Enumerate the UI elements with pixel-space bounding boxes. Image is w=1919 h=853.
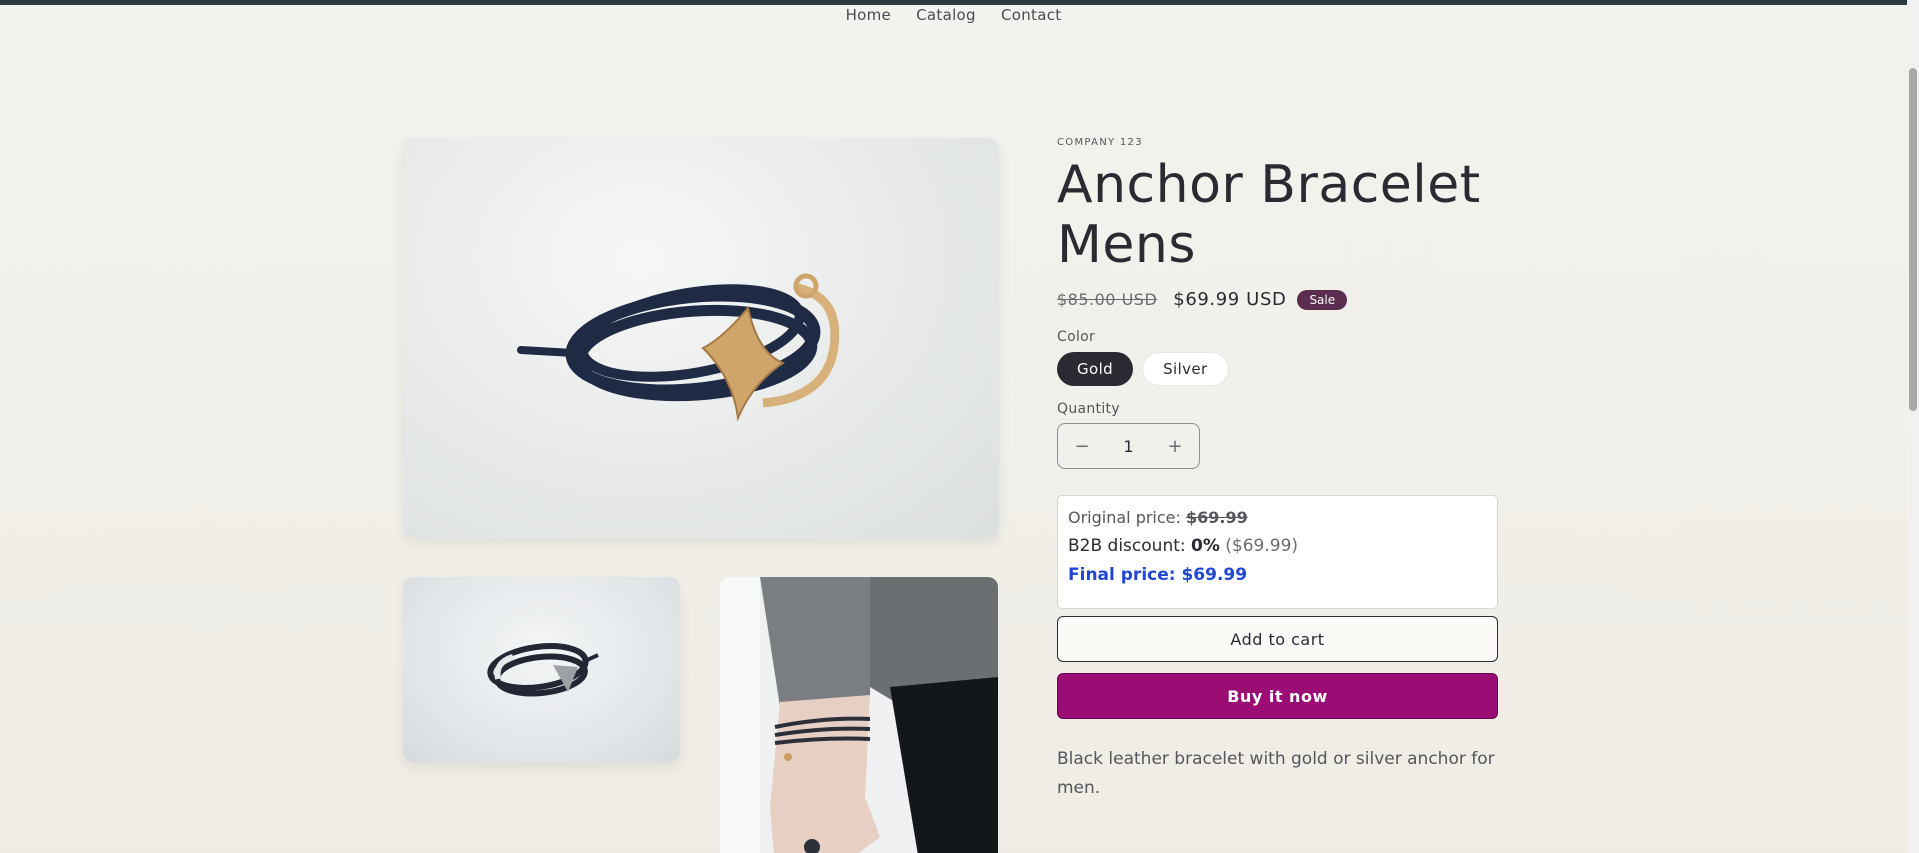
vendor-label: COMPANY 123 [1057,137,1143,148]
nav-home-link[interactable]: Home [846,5,892,25]
b2b-price-box: Original price: $69.99 B2B discount: 0% … [1057,495,1498,609]
final-price-line: Final price: $69.99 [1068,565,1248,585]
buy-now-button[interactable]: Buy it now [1057,673,1498,719]
regular-price: $85.00 USD [1057,290,1158,309]
b2b-discount-price: ($69.99) [1225,536,1299,556]
sale-price: $69.99 USD [1173,289,1287,310]
scrollbar-thumb[interactable] [1909,68,1917,411]
main-nav: Home Catalog Contact [0,5,1907,25]
product-main-image[interactable] [403,138,999,538]
plus-icon[interactable]: + [1165,436,1185,457]
page-scrollbar[interactable] [1907,0,1919,853]
b2b-discount-value: 0% [1191,536,1220,556]
original-price-value: $69.99 [1186,508,1248,527]
minus-icon[interactable]: − [1072,436,1092,457]
product-description: Black leather bracelet with gold or silv… [1057,749,1495,798]
sale-badge: Sale [1297,289,1348,310]
color-option-silver[interactable]: Silver [1142,352,1229,386]
quantity-label: Quantity [1057,401,1120,417]
quantity-input[interactable]: 1 [1123,437,1133,456]
wrist-model-illustration [720,577,998,853]
product-info: COMPANY 123 Anchor Bracelet Mens $85.00 … [1057,137,1499,803]
original-price-label: Original price: [1068,508,1181,527]
price-row: $85.00 USD $69.99 USD Sale [1057,289,1499,310]
color-option-gold[interactable]: Gold [1057,352,1134,386]
nav-contact-link[interactable]: Contact [1001,5,1061,25]
product-title: Anchor Bracelet Mens [1057,155,1481,275]
product-thumbnail-2[interactable] [720,577,998,853]
b2b-discount-label: B2B discount: [1068,536,1186,556]
original-price-line: Original price: $69.99 [1068,508,1487,527]
color-label: Color [1057,329,1096,345]
b2b-discount-line: B2B discount: 0% ($69.99) [1068,536,1487,556]
bracelet-silver-anchor-illustration [487,643,599,697]
nav-catalog-link[interactable]: Catalog [916,5,976,25]
bracelet-gold-anchor-illustration [517,273,840,422]
add-to-cart-button[interactable]: Add to cart [1057,616,1498,662]
product-thumbnail-1[interactable] [403,577,680,762]
quantity-stepper: − 1 + [1057,423,1200,469]
color-options: Gold Silver [1057,352,1499,386]
